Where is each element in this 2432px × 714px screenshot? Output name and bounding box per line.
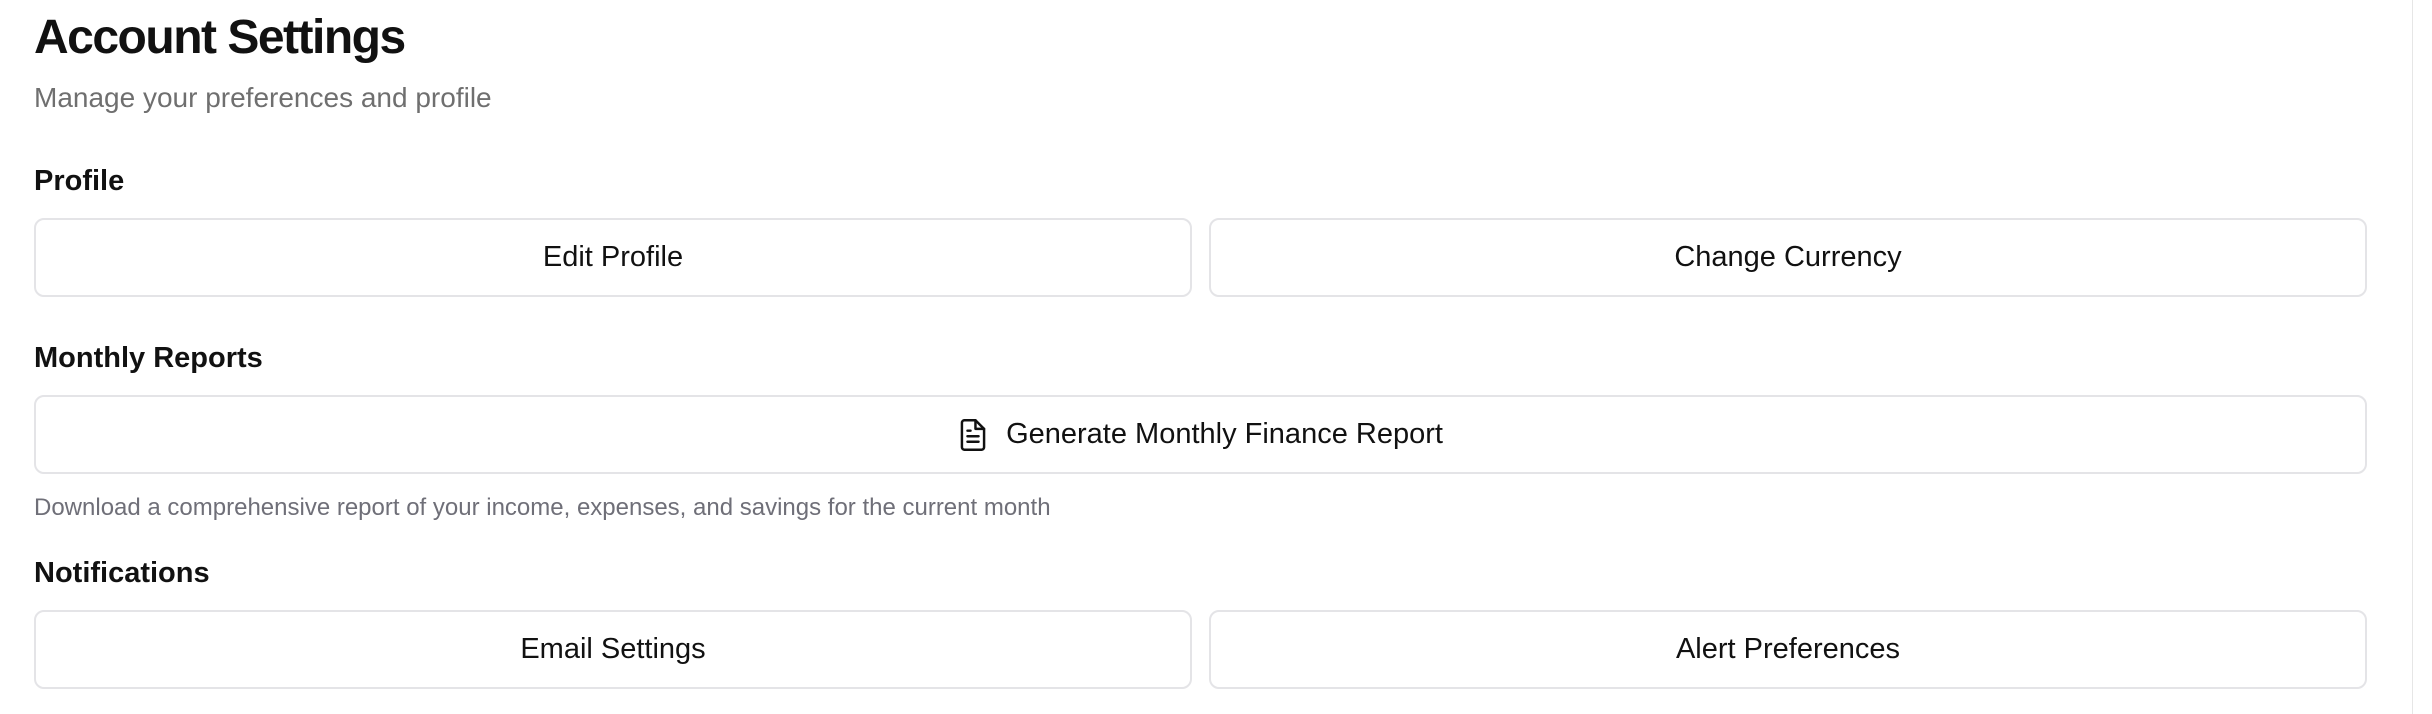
section-title-notifications: Notifications xyxy=(34,557,210,589)
change-currency-button[interactable]: Change Currency xyxy=(1209,218,2367,297)
page-subtitle: Manage your preferences and profile xyxy=(34,82,492,113)
edit-profile-label: Edit Profile xyxy=(542,241,684,273)
profile-button-row: Edit Profile Change Currency xyxy=(34,218,2367,297)
reports-button-row: Generate Monthly Finance Report xyxy=(34,395,2367,474)
generate-monthly-report-label: Generate Monthly Finance Report xyxy=(1006,418,1443,450)
scrollbar-track[interactable] xyxy=(2412,0,2432,714)
change-currency-label: Change Currency xyxy=(1674,241,1902,273)
email-settings-label: Email Settings xyxy=(520,633,706,665)
alert-preferences-label: Alert Preferences xyxy=(1675,633,1901,665)
page-title: Account Settings xyxy=(34,11,406,64)
file-text-icon xyxy=(958,418,988,451)
generate-monthly-report-button[interactable]: Generate Monthly Finance Report xyxy=(34,395,2367,474)
notifications-button-row: Email Settings Alert Preferences xyxy=(34,610,2367,689)
edit-profile-button[interactable]: Edit Profile xyxy=(34,218,1192,297)
account-settings-page: Account Settings Manage your preferences… xyxy=(0,0,2432,714)
section-title-profile: Profile xyxy=(34,165,125,197)
alert-preferences-button[interactable]: Alert Preferences xyxy=(1209,610,2367,689)
email-settings-button[interactable]: Email Settings xyxy=(34,610,1192,689)
report-hint-text: Download a comprehensive report of your … xyxy=(34,494,1051,521)
settings-content: Account Settings Manage your preferences… xyxy=(34,0,2367,689)
section-title-monthly-reports: Monthly Reports xyxy=(34,342,263,374)
